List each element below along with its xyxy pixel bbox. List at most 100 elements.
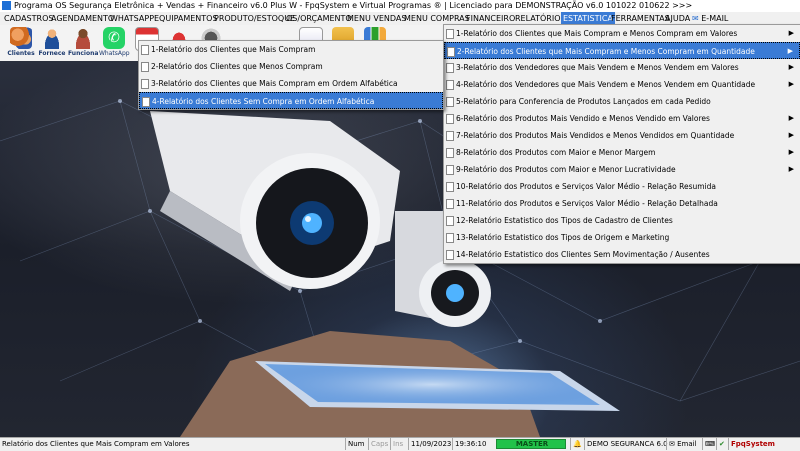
caps-lock-indicator: Caps: [368, 438, 389, 450]
menu-option-14[interactable]: 14-Relatório Estatistico dos Clientes Se…: [444, 246, 800, 263]
menu-option-label: 3-Relatório dos Vendedores que Mais Vend…: [456, 63, 739, 72]
menu-option-1[interactable]: 1-Relatório dos Clientes que Mais Compra…: [444, 25, 800, 42]
menu-option-6[interactable]: 6-Relatório dos Produtos Mais Vendido e …: [444, 110, 800, 127]
menu-option-9[interactable]: 9-Relatório dos Produtos com Maior e Men…: [444, 161, 800, 178]
document-icon: [141, 45, 149, 55]
submenu-option-label: 2-Relatório dos Clientes que Menos Compr…: [151, 62, 323, 71]
menu-option-8[interactable]: 8-Relatório dos Produtos com Maior e Men…: [444, 144, 800, 161]
submenu-arrow-icon: ▶: [788, 80, 794, 88]
document-icon: [446, 148, 454, 158]
submenu-arrow-icon: ▶: [788, 114, 794, 122]
menu-option-label: 8-Relatório dos Produtos com Maior e Men…: [456, 148, 656, 157]
document-icon: [446, 63, 454, 73]
submenu-arrow-icon: ▶: [788, 165, 794, 173]
submenu-arrow-icon: ▶: [788, 63, 794, 71]
app-icon: [2, 1, 11, 10]
submenu-arrow-icon: ▶: [788, 148, 794, 156]
funciona-label: Funciona: [68, 50, 99, 57]
menu-vendas[interactable]: MENU VENDAS: [345, 12, 408, 25]
title-bar: Programa OS Segurança Eletrônica + Venda…: [0, 0, 800, 12]
menu-option-2[interactable]: 2-Relatório dos Clientes que Mais Compra…: [444, 42, 800, 59]
document-icon: [446, 250, 454, 260]
status-bar: Relatório dos Clientes que Mais Compram …: [0, 437, 800, 451]
email-icon: ✉: [692, 14, 699, 23]
menu-equipamentos[interactable]: EQUIPAMENTOS: [152, 12, 220, 25]
menu-option-label: 4-Relatório dos Vendedores que Mais Vend…: [456, 80, 756, 89]
whatsapp-icon: ✆: [103, 27, 125, 49]
menu-option-5[interactable]: 5-Relatório para Conferencia de Produtos…: [444, 93, 800, 110]
menu-email-label: E-MAIL: [701, 14, 729, 23]
menu-option-label: 11-Relatório dos Produtos e Serviços Val…: [456, 199, 718, 208]
submenu-arrow-icon: ▶: [787, 47, 793, 55]
master-badge: MASTER: [496, 439, 566, 449]
whatsapp-button[interactable]: ✆ WhatsApp: [99, 26, 130, 60]
email-status[interactable]: ✉ Email: [666, 438, 701, 450]
document-icon: [446, 216, 454, 226]
submenu-option-1[interactable]: 1-Relatório dos Clientes que Mais Compra…: [139, 41, 443, 58]
email-status-icon: ✉: [669, 440, 675, 448]
menu-option-label: 10-Relatório dos Produtos e Serviços Val…: [456, 182, 716, 191]
people-icon: [10, 27, 32, 49]
submenu-option-3[interactable]: 3-Relatório dos Clientes que Mais Compra…: [139, 75, 443, 92]
funciona-button[interactable]: Funciona: [68, 26, 98, 60]
bell-icon: 🔔: [570, 438, 583, 450]
menu-option-13[interactable]: 13-Relatório Estatistico dos Tipos de Or…: [444, 229, 800, 246]
hand-phone: [180, 331, 620, 437]
submenu-option-label: 4-Relatório dos Clientes Sem Compra em O…: [152, 97, 375, 106]
menu-option-label: 12-Relatório Estatistico dos Tipos de Ca…: [456, 216, 673, 225]
camera-main: [150, 111, 400, 291]
menu-whatsapp[interactable]: WHATSAPP: [108, 12, 156, 25]
num-lock-indicator: Num: [345, 438, 368, 450]
menu-option-label: 9-Relatório dos Produtos com Maior e Men…: [456, 165, 676, 174]
brand-label: FpqSystem: [728, 438, 799, 450]
submenu-arrow-icon: ▶: [788, 131, 794, 139]
menu-agendamento[interactable]: AGENDAMENTO: [49, 12, 116, 25]
menu-option-11[interactable]: 11-Relatório dos Produtos e Serviços Val…: [444, 195, 800, 212]
document-icon: [446, 182, 454, 192]
document-icon: [447, 47, 455, 57]
email-status-label: Email: [677, 440, 697, 448]
menu-option-label: 7-Relatório dos Produtos Mais Vendidos e…: [456, 131, 735, 140]
window-title: Programa OS Segurança Eletrônica + Venda…: [14, 1, 693, 10]
submenu-option-label: 1-Relatório dos Clientes que Mais Compra…: [151, 45, 316, 54]
whatsapp-label: WhatsApp: [99, 50, 130, 57]
company-name: DEMO SEGURANCA 6.0: [584, 438, 668, 450]
submenu-arrow-icon: ▶: [788, 29, 794, 37]
menu-option-label: 14-Relatório Estatistico dos Clientes Se…: [456, 250, 710, 259]
submenu-option-2[interactable]: 2-Relatório dos Clientes que Menos Compr…: [139, 58, 443, 75]
document-icon: [446, 165, 454, 175]
menu-option-label: 13-Relatório Estatistico dos Tipos de Or…: [456, 233, 670, 242]
document-icon: [446, 233, 454, 243]
menu-option-3[interactable]: 3-Relatório dos Vendedores que Mais Vend…: [444, 59, 800, 76]
menu-option-12[interactable]: 12-Relatório Estatistico dos Tipos de Ca…: [444, 212, 800, 229]
menu-option-label: 6-Relatório dos Produtos Mais Vendido e …: [456, 114, 710, 123]
document-icon: [446, 29, 454, 39]
menu-option-7[interactable]: 7-Relatório dos Produtos Mais Vendidos e…: [444, 127, 800, 144]
document-icon: [142, 97, 150, 107]
document-icon: [141, 62, 149, 72]
insert-indicator: Ins: [390, 438, 407, 450]
status-hint: Relatório dos Clientes que Mais Compram …: [2, 440, 190, 448]
status-date: 11/09/2023: [408, 438, 451, 450]
menu-option-label: 2-Relatório dos Clientes que Mais Compra…: [457, 47, 755, 56]
menu-option-label: 5-Relatório para Conferencia de Produtos…: [456, 97, 711, 106]
menu-option-4[interactable]: 4-Relatório dos Vendedores que Mais Vend…: [444, 76, 800, 93]
clientes-button[interactable]: Clientes: [6, 26, 36, 60]
estatistica-dropdown: 1-Relatório dos Clientes que Mais Compra…: [443, 24, 800, 264]
document-icon: [446, 114, 454, 124]
menu-option-label: 1-Relatório dos Clientes que Mais Compra…: [456, 29, 738, 38]
clientes-label: Clientes: [7, 50, 35, 57]
keyboard-icon: ⌨: [702, 438, 715, 450]
status-time: 19:36:10: [452, 438, 489, 450]
fornece-label: Fornece: [38, 50, 66, 57]
fornece-button[interactable]: Fornece: [37, 26, 67, 60]
menu-option-10[interactable]: 10-Relatório dos Produtos e Serviços Val…: [444, 178, 800, 195]
menu-os-orcamento[interactable]: OS/ORÇAMENTO: [284, 12, 354, 25]
clientes-quantidade-submenu: 1-Relatório dos Clientes que Mais Compra…: [138, 40, 444, 110]
document-icon: [446, 131, 454, 141]
employee-icon: [72, 27, 94, 49]
submenu-option-label: 3-Relatório dos Clientes que Mais Compra…: [151, 79, 398, 88]
submenu-option-4[interactable]: 4-Relatório dos Clientes Sem Compra em O…: [139, 92, 443, 109]
menu-cadastros[interactable]: CADASTROS: [2, 12, 55, 25]
document-icon: [446, 97, 454, 107]
